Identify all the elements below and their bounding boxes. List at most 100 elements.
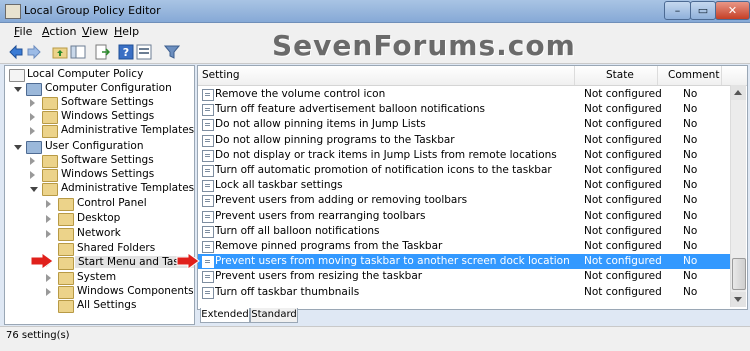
setting-state: Not configured: [584, 148, 662, 161]
setting-name: Prevent users from rearranging toolbars: [215, 209, 426, 222]
show-hide-tree-icon[interactable]: [70, 44, 86, 60]
setting-name: Remove pinned programs from the Taskbar: [215, 240, 443, 252]
title-bar[interactable]: Local Group Policy Editor – ▭ ✕: [0, 0, 750, 23]
policy-setting-icon: [202, 210, 214, 223]
status-bar: 76 setting(s): [0, 326, 750, 351]
policy-setting-icon: [202, 149, 214, 162]
table-row[interactable]: Do not allow pinning items in Jump Lists…: [198, 117, 732, 132]
column-header-state[interactable]: State: [606, 69, 634, 81]
setting-comment: No: [683, 240, 698, 252]
forward-arrow-icon[interactable]: [26, 44, 42, 60]
column-divider[interactable]: [574, 66, 575, 85]
collapse-arrow-icon[interactable]: [46, 215, 51, 223]
column-header-comment[interactable]: Comment: [668, 69, 719, 81]
menu-action[interactable]: Action: [42, 25, 76, 38]
properties-icon[interactable]: [136, 44, 152, 60]
tree-item-label: Computer Configuration: [45, 82, 172, 94]
red-arrow-icon: [176, 253, 200, 269]
policy-setting-icon: [202, 271, 214, 284]
maximize-button[interactable]: ▭: [690, 1, 716, 20]
menu-help[interactable]: Help: [114, 25, 139, 38]
arrow-up-icon: [734, 90, 742, 95]
tree-item-label: Control Panel: [77, 197, 147, 209]
expand-arrow-icon[interactable]: [14, 145, 22, 150]
help-icon[interactable]: ?: [118, 44, 134, 60]
setting-state: Not configured: [584, 88, 662, 100]
tab-standard[interactable]: Standard: [250, 308, 298, 323]
setting-comment: No: [683, 270, 698, 283]
scroll-up-button[interactable]: [731, 85, 746, 100]
up-folder-icon[interactable]: [52, 44, 68, 60]
status-text: 76 setting(s): [6, 330, 70, 341]
tree-item-label: Software Settings: [61, 96, 154, 108]
table-row[interactable]: Turn off feature advertisement balloon n…: [198, 102, 732, 117]
folder-icon: [58, 272, 74, 285]
collapse-arrow-icon[interactable]: [30, 99, 35, 107]
menu-view[interactable]: View: [82, 25, 108, 38]
scroll-thumb[interactable]: [732, 258, 746, 290]
scroll-down-button[interactable]: [731, 292, 746, 307]
collapse-arrow-icon[interactable]: [46, 200, 51, 208]
setting-state: Not configured: [584, 194, 662, 207]
collapse-arrow-icon[interactable]: [46, 288, 51, 296]
policy-setting-icon: [202, 225, 214, 238]
setting-name: Turn off automatic promotion of notifica…: [215, 164, 552, 176]
table-row[interactable]: Do not display or track items in Jump Li…: [198, 148, 732, 163]
filter-icon[interactable]: [164, 44, 180, 60]
watermark-text: SevenForums.com: [272, 29, 576, 62]
settings-list[interactable]: Setting State Comment Remove the volume …: [197, 65, 748, 310]
close-button[interactable]: ✕: [715, 1, 750, 20]
setting-name: Turn off all balloon notifications: [215, 224, 380, 237]
export-list-icon[interactable]: [94, 44, 110, 60]
setting-state: Not configured: [584, 164, 662, 176]
setting-comment: No: [683, 285, 698, 298]
table-row[interactable]: Do not allow pinning programs to the Tas…: [198, 133, 732, 148]
folder-icon: [58, 198, 74, 211]
collapse-arrow-icon[interactable]: [30, 113, 35, 121]
app-icon: [5, 4, 21, 19]
folder-icon: [42, 125, 58, 138]
setting-comment: No: [683, 103, 698, 116]
menu-file[interactable]: File: [14, 25, 32, 38]
collapse-arrow-icon[interactable]: [46, 230, 51, 238]
tree-item-label: All Settings: [77, 299, 137, 311]
tab-extended[interactable]: Extended: [200, 308, 250, 323]
setting-comment: No: [683, 88, 698, 100]
table-row[interactable]: Prevent users from rearranging toolbars N…: [198, 209, 732, 224]
table-row[interactable]: Turn off all balloon notifications Not co…: [198, 224, 732, 239]
folder-icon: [58, 286, 74, 299]
collapse-arrow-icon[interactable]: [46, 274, 51, 282]
column-divider[interactable]: [721, 66, 722, 85]
vertical-scrollbar[interactable]: [730, 85, 746, 307]
policy-setting-icon: [202, 286, 214, 299]
table-row[interactable]: Remove the volume control icon Not config…: [198, 87, 732, 102]
navigation-tree[interactable]: Local Computer Policy Computer Configura…: [4, 65, 195, 325]
table-row[interactable]: Remove pinned programs from the Taskbar N…: [198, 239, 732, 254]
tree-item-label: Network: [77, 227, 121, 239]
setting-comment: No: [683, 209, 698, 222]
table-row[interactable]: Turn off taskbar thumbnails Not configure…: [198, 285, 732, 300]
policy-setting-icon: [202, 256, 214, 269]
minimize-button[interactable]: –: [664, 1, 691, 20]
column-header-setting[interactable]: Setting: [202, 69, 240, 81]
column-divider[interactable]: [657, 66, 658, 85]
folder-icon: [42, 111, 58, 124]
back-arrow-icon[interactable]: [8, 44, 24, 60]
folder-icon: [42, 155, 58, 168]
table-row[interactable]: Prevent users from resizing the taskbar N…: [198, 269, 732, 284]
collapse-arrow-icon[interactable]: [30, 171, 35, 179]
window-title: Local Group Policy Editor: [24, 4, 161, 17]
table-row[interactable]: Lock all taskbar settings Not configured N…: [198, 178, 732, 193]
folder-icon: [58, 300, 74, 313]
collapse-arrow-icon[interactable]: [30, 157, 35, 165]
table-row[interactable]: Prevent users from adding or removing to…: [198, 193, 732, 208]
table-row[interactable]: Prevent users from moving taskbar to ano…: [198, 254, 732, 270]
expand-arrow-icon[interactable]: [30, 187, 38, 192]
collapse-arrow-icon[interactable]: [30, 127, 35, 135]
table-row[interactable]: Turn off automatic promotion of notifica…: [198, 163, 732, 178]
setting-state: Not configured: [584, 224, 662, 237]
setting-state: Not configured: [584, 103, 662, 116]
policy-setting-icon: [202, 165, 214, 177]
expand-arrow-icon[interactable]: [14, 87, 22, 92]
setting-state: Not configured: [584, 133, 662, 146]
